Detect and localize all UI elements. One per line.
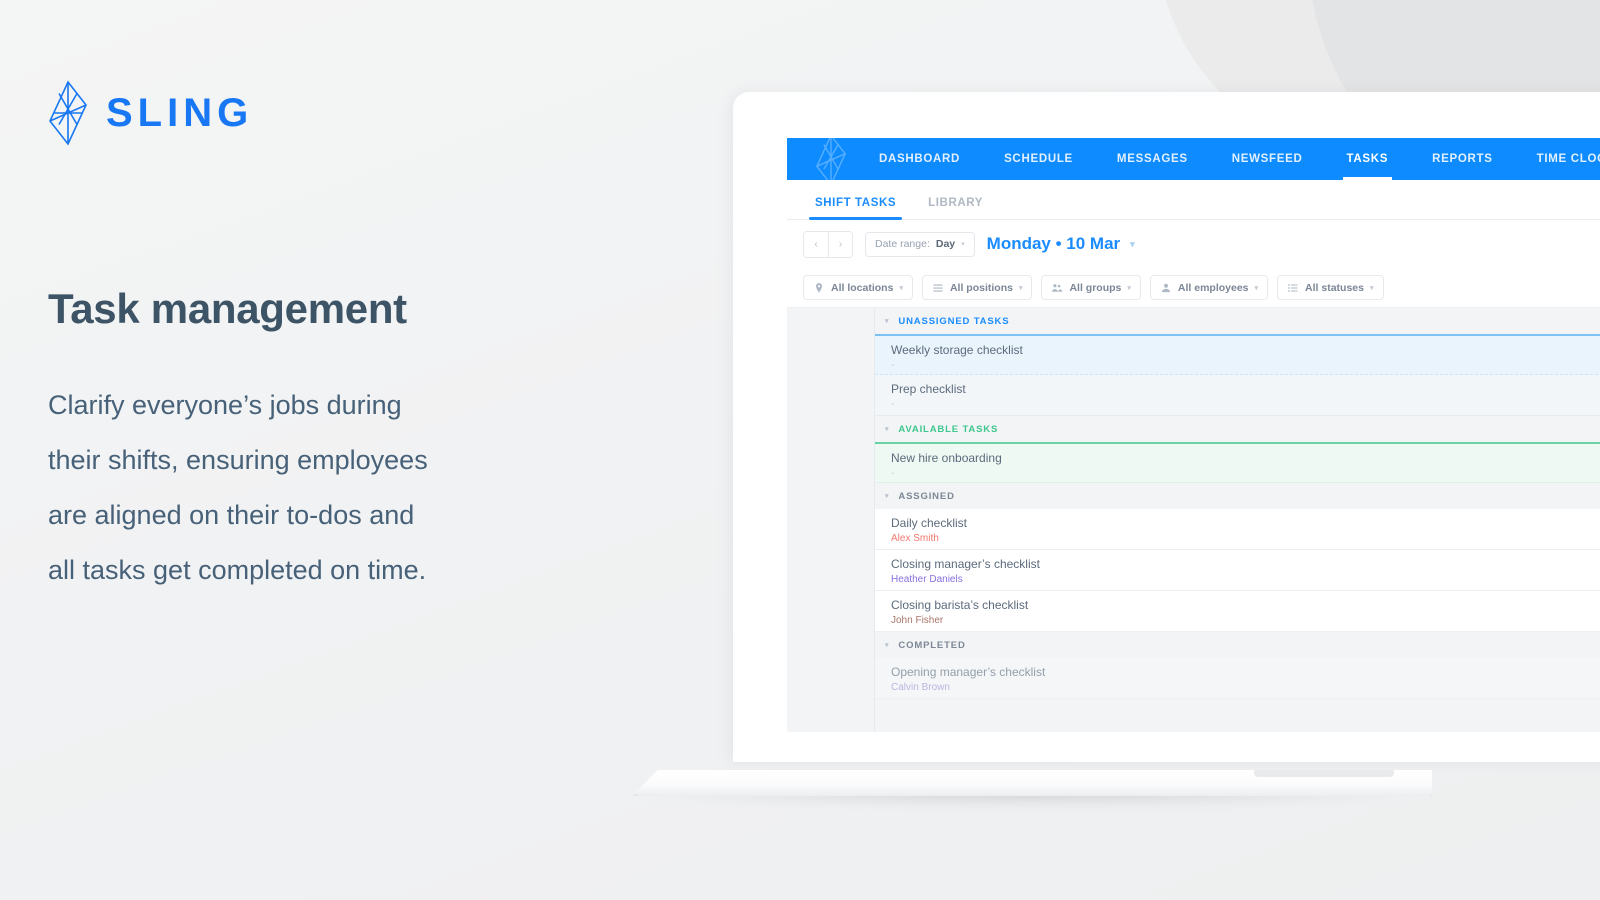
filter-label: All positions bbox=[949, 281, 1013, 294]
task-board: ▾ UNASSIGNED TASKS Weekly storage checkl… bbox=[787, 308, 1600, 732]
task-title: Opening manager’s checklist bbox=[891, 665, 1046, 679]
section-title: COMPLETED bbox=[898, 639, 966, 651]
section-header-unassigned-tasks[interactable]: ▾ UNASSIGNED TASKS bbox=[875, 308, 1600, 334]
list-lines-icon bbox=[933, 283, 943, 292]
filter-label: All employees bbox=[1177, 281, 1249, 294]
chevron-down-icon: ▾ bbox=[885, 642, 890, 649]
app-top-navigation: DASHBOARD SCHEDULE MESSAGES NEWSFEED TAS… bbox=[787, 138, 1600, 180]
app-viewport: DASHBOARD SCHEDULE MESSAGES NEWSFEED TAS… bbox=[787, 138, 1600, 732]
section-header-available-tasks[interactable]: ▾ AVAILABLE TASKS bbox=[875, 416, 1600, 442]
nav-item-reports[interactable]: REPORTS bbox=[1410, 138, 1515, 180]
task-assignee: Alex Smith bbox=[891, 533, 939, 544]
filter-all-groups[interactable]: All groups ▾ bbox=[1041, 275, 1141, 300]
filter-label: All groups bbox=[1069, 281, 1122, 294]
chevron-down-icon: ▾ bbox=[899, 284, 903, 292]
task-assignee: - bbox=[891, 399, 895, 410]
section-title: UNASSIGNED TASKS bbox=[898, 315, 1010, 327]
task-row[interactable]: Weekly storage checklist - bbox=[875, 334, 1600, 375]
nav-item-schedule[interactable]: SCHEDULE bbox=[982, 138, 1095, 180]
task-row[interactable]: Opening manager’s checklist Calvin Brown bbox=[875, 658, 1600, 699]
filter-all-positions[interactable]: All positions ▾ bbox=[921, 275, 1033, 300]
body-line: Clarify everyone’s jobs during bbox=[48, 390, 402, 420]
page-title: Task management bbox=[48, 285, 407, 332]
nav-item-tasks[interactable]: TASKS bbox=[1325, 138, 1411, 180]
task-title: Weekly storage checklist bbox=[891, 343, 1023, 357]
chevron-down-icon: ▾ bbox=[885, 426, 890, 433]
next-date-button[interactable]: › bbox=[828, 231, 852, 257]
nav-item-dashboard[interactable]: DASHBOARD bbox=[857, 138, 982, 180]
checklist-icon bbox=[1288, 283, 1298, 292]
filter-all-employees[interactable]: All employees ▾ bbox=[1149, 275, 1269, 300]
app-sub-tabs: SHIFT TASKS LIBRARY bbox=[787, 180, 1600, 220]
chevron-down-icon: ▾ bbox=[885, 318, 890, 325]
body-line: are aligned on their to-dos and bbox=[48, 500, 415, 530]
brand-logo: SLING bbox=[48, 80, 253, 146]
task-row[interactable]: Closing barista’s checklist John Fisher bbox=[875, 591, 1600, 632]
date-range-label: Date range: bbox=[875, 238, 930, 250]
task-title: Closing barista’s checklist bbox=[891, 598, 1029, 612]
section-title: ASSGINED bbox=[898, 490, 955, 502]
current-date-picker[interactable]: Monday • 10 Mar ▾ bbox=[987, 234, 1135, 254]
task-title: Closing manager’s checklist bbox=[891, 557, 1040, 571]
filter-all-statuses[interactable]: All statuses ▾ bbox=[1277, 275, 1384, 300]
task-side-column bbox=[787, 308, 875, 732]
task-title: New hire onboarding bbox=[891, 451, 1002, 465]
nav-item-list: DASHBOARD SCHEDULE MESSAGES NEWSFEED TAS… bbox=[857, 138, 1600, 180]
filter-label: All statuses bbox=[1305, 281, 1364, 294]
nav-item-newsfeed[interactable]: NEWSFEED bbox=[1210, 138, 1325, 180]
laptop-screen-bezel: DASHBOARD SCHEDULE MESSAGES NEWSFEED TAS… bbox=[733, 92, 1600, 762]
task-assignee: Calvin Brown bbox=[891, 682, 950, 693]
location-pin-icon bbox=[816, 282, 822, 293]
task-row[interactable]: New hire onboarding - bbox=[875, 442, 1600, 483]
section-header-assigned[interactable]: ▾ ASSGINED bbox=[875, 483, 1600, 509]
person-icon bbox=[1161, 283, 1170, 292]
task-assignee: - bbox=[891, 468, 895, 479]
chevron-down-icon: ▾ bbox=[961, 241, 965, 248]
nav-item-messages[interactable]: MESSAGES bbox=[1095, 138, 1210, 180]
task-assignee: John Fisher bbox=[891, 615, 944, 626]
tab-shift-tasks[interactable]: SHIFT TASKS bbox=[799, 197, 912, 220]
people-group-icon bbox=[1052, 283, 1063, 292]
task-row[interactable]: Daily checklist Alex Smith bbox=[875, 509, 1600, 550]
chevron-down-icon: ▾ bbox=[1370, 284, 1374, 292]
chevron-down-icon: ▾ bbox=[1254, 284, 1259, 292]
date-range-select[interactable]: Date range: Day ▾ bbox=[865, 231, 975, 257]
laptop-base-notch bbox=[1254, 770, 1394, 777]
section-title: AVAILABLE TASKS bbox=[898, 423, 999, 435]
nav-item-time-clock[interactable]: TIME CLOCK bbox=[1515, 138, 1600, 180]
chevron-down-icon: ▾ bbox=[885, 493, 890, 500]
sling-watermark-icon bbox=[815, 138, 847, 180]
filter-label: All locations bbox=[831, 281, 894, 294]
date-range-value: Day bbox=[935, 238, 956, 250]
sling-diamond-logo-icon bbox=[49, 80, 87, 146]
chevron-down-icon: ▾ bbox=[1018, 284, 1023, 292]
task-title: Daily checklist bbox=[891, 516, 968, 530]
task-row[interactable]: Closing manager’s checklist Heather Dani… bbox=[875, 550, 1600, 591]
filter-all-locations[interactable]: All locations ▾ bbox=[803, 275, 913, 300]
chevron-down-icon: ▾ bbox=[1130, 238, 1135, 249]
prev-date-button[interactable]: ‹ bbox=[804, 231, 828, 257]
body-line: all tasks get completed on time. bbox=[48, 555, 427, 585]
task-assignee: - bbox=[891, 360, 895, 371]
chevron-down-icon: ▾ bbox=[1127, 284, 1131, 292]
task-list: ▾ UNASSIGNED TASKS Weekly storage checkl… bbox=[875, 308, 1600, 732]
marketing-panel: SLING Task management Clarify everyone’s… bbox=[48, 0, 668, 900]
date-stepper: ‹ › bbox=[803, 230, 853, 258]
filter-bar: All locations ▾ All positions ▾ All grou… bbox=[787, 268, 1600, 308]
task-title: Prep checklist bbox=[891, 382, 966, 396]
tab-library[interactable]: LIBRARY bbox=[912, 197, 999, 219]
current-date-value: Monday • 10 Mar bbox=[986, 234, 1121, 253]
body-line: their shifts, ensuring employees bbox=[48, 445, 428, 475]
task-row[interactable]: Prep checklist - bbox=[875, 375, 1600, 416]
brand-wordmark: SLING bbox=[106, 90, 254, 135]
date-toolbar: ‹ › Date range: Day ▾ Monday • 10 Mar ▾ bbox=[787, 220, 1600, 268]
laptop-mockup: DASHBOARD SCHEDULE MESSAGES NEWSFEED TAS… bbox=[632, 92, 1600, 806]
section-header-completed[interactable]: ▾ COMPLETED bbox=[875, 632, 1600, 658]
task-assignee: Heather Daniels bbox=[891, 574, 963, 585]
marketing-body: Clarify everyone’s jobs during their shi… bbox=[48, 378, 578, 598]
